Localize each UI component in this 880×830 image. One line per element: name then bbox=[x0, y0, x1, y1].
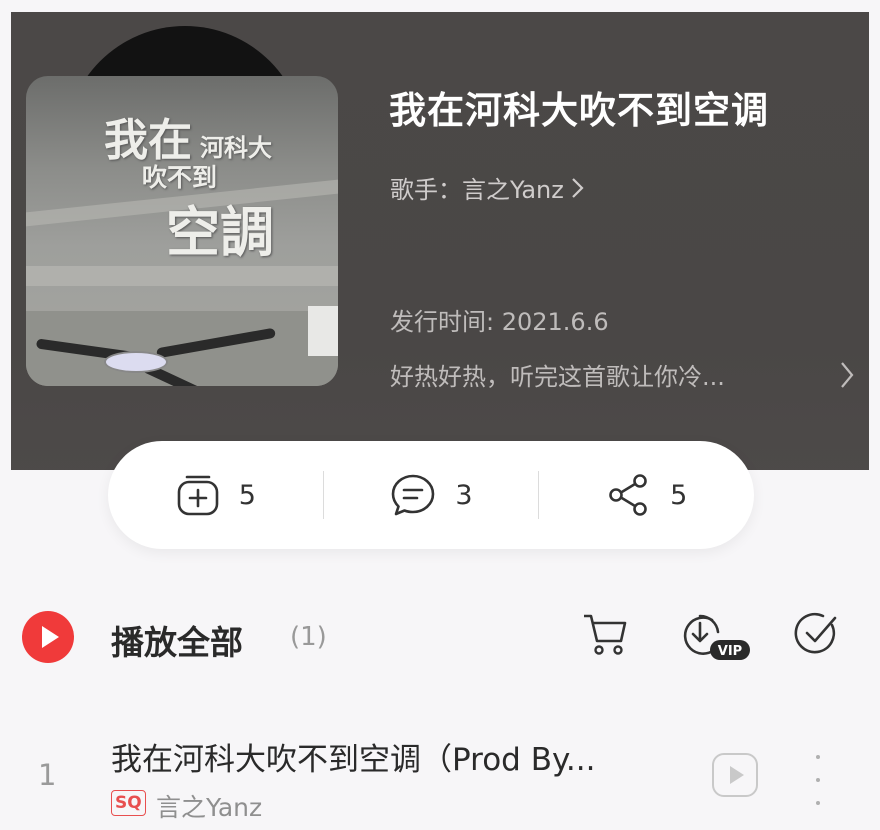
dot bbox=[816, 801, 820, 805]
play-all-count: (1) bbox=[290, 622, 327, 652]
share-icon bbox=[609, 474, 647, 516]
dot bbox=[816, 778, 820, 782]
cart-icon[interactable] bbox=[580, 608, 630, 658]
download-vip-icon[interactable]: VIP bbox=[678, 610, 754, 664]
sq-quality-badge: SQ bbox=[111, 790, 146, 816]
share-button[interactable]: 5 bbox=[539, 441, 754, 549]
comment-icon bbox=[392, 474, 435, 516]
dot bbox=[816, 755, 820, 759]
cover-beam bbox=[26, 266, 338, 286]
comment-button[interactable]: 3 bbox=[324, 441, 539, 549]
cover-text-line4: 空調 bbox=[166, 200, 274, 264]
artist-link[interactable]: 歌手：言之Yanz bbox=[390, 170, 584, 205]
mv-play-button[interactable] bbox=[712, 753, 758, 797]
album-cover[interactable]: 我在 河科大 吹不到 空調 bbox=[26, 76, 338, 386]
chevron-right-icon bbox=[572, 177, 584, 198]
collect-count: 5 bbox=[238, 479, 256, 511]
track-artist: 言之Yanz bbox=[156, 793, 263, 822]
play-all-label[interactable]: 播放全部 bbox=[111, 616, 243, 664]
track-number: 1 bbox=[38, 758, 57, 792]
play-all-button[interactable] bbox=[22, 611, 74, 663]
track-row[interactable]: 1 我在河科大吹不到空调（Prod By... SQ 言之Yanz bbox=[0, 720, 880, 830]
multi-select-icon[interactable] bbox=[792, 608, 840, 658]
add-playlist-icon bbox=[177, 475, 219, 516]
track-title: 我在河科大吹不到空调（Prod By... bbox=[111, 742, 596, 778]
comment-count: 3 bbox=[455, 479, 473, 511]
add-to-playlist-button[interactable]: 5 bbox=[108, 441, 323, 549]
vip-badge: VIP bbox=[718, 644, 742, 659]
artist-label: 歌手：言之Yanz bbox=[390, 176, 564, 204]
action-bar: 5 3 5 bbox=[108, 441, 754, 549]
description-link[interactable]: 好热好热，听完这首歌让你冷... bbox=[390, 357, 855, 392]
share-count: 5 bbox=[670, 479, 688, 511]
play-all-row: 播放全部 (1) VIP bbox=[22, 608, 862, 666]
description-text: 好热好热，听完这首歌让你冷... bbox=[390, 363, 725, 391]
release-date: 发行时间: 2021.6.6 bbox=[390, 308, 609, 336]
song-title: 我在河科大吹不到空调 bbox=[389, 89, 769, 132]
chevron-right-icon bbox=[841, 361, 854, 388]
fan-hub bbox=[104, 351, 168, 373]
more-options-icon[interactable] bbox=[814, 755, 822, 805]
cover-window bbox=[308, 306, 338, 356]
